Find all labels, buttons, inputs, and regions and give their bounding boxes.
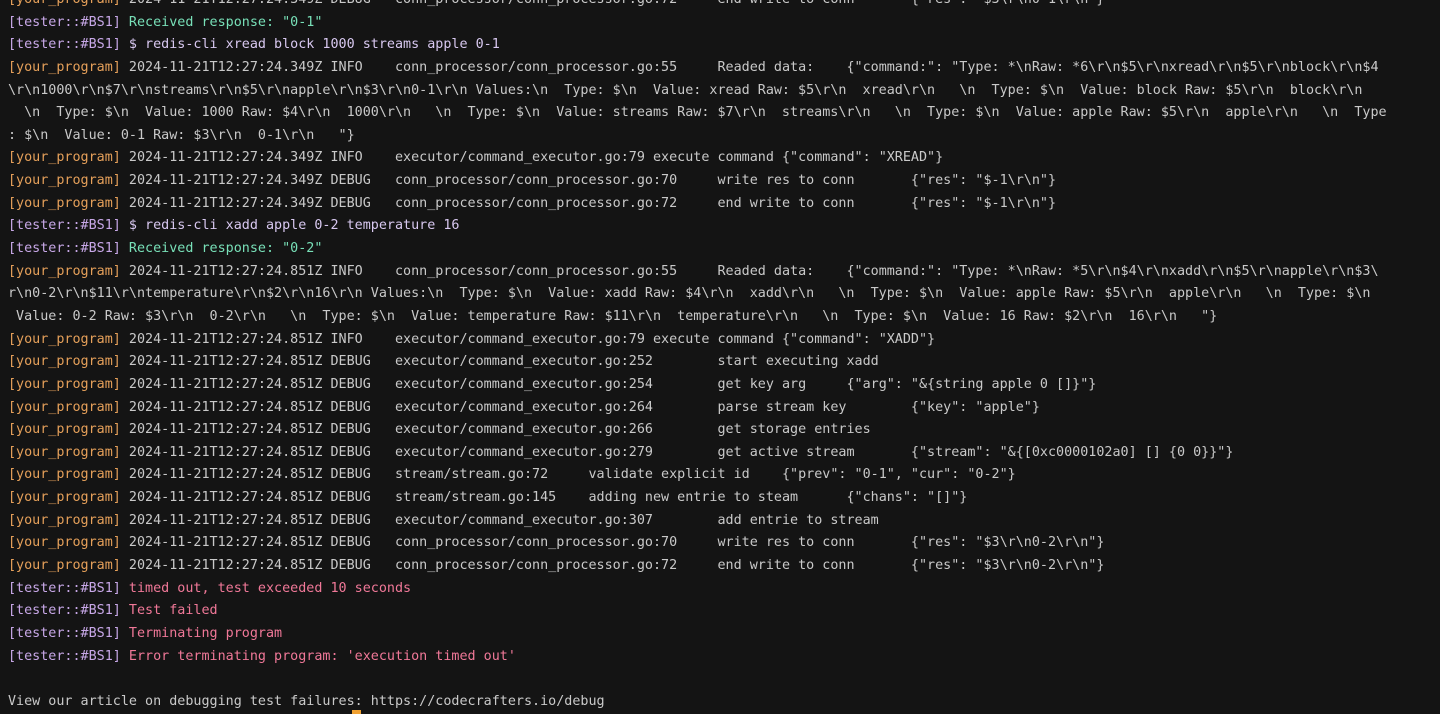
tester-log-prefix: [tester::#BS1] [8,241,121,257]
tester-log-prefix: [tester::#BS1] [8,603,121,619]
terminal-line: \r\n1000\r\n$7\r\nstreams\r\n$5\r\napple… [8,80,1440,103]
terminal-line: [tester::#BS1] Received response: "0-1" [8,12,1440,35]
terminal-line-text: \n Type: $\n Value: 1000 Raw: $4\r\n 100… [8,105,1387,121]
terminal-line: r\n0-2\r\n$11\r\ntemperature\r\n$2\r\n16… [8,283,1440,306]
terminal-line: [your_program] 2024-11-21T12:27:24.349Z … [8,0,1440,12]
program-log-prefix: [your_program] [8,331,121,347]
terminal-line-text: 2024-11-21T12:27:24.851Z DEBUG conn_proc… [120,558,1105,574]
terminal-line: [your_program] 2024-11-21T12:27:24.851Z … [8,261,1440,284]
terminal-line-text: 2024-11-21T12:27:24.349Z DEBUG conn_proc… [120,195,1057,211]
program-log-prefix: [your_program] [8,0,121,7]
terminal-line-text: 2024-11-21T12:27:24.851Z DEBUG executor/… [120,422,871,438]
terminal-line: [your_program] 2024-11-21T12:27:24.851Z … [8,351,1440,374]
terminal-line: View our article on debugging test failu… [8,691,1440,714]
program-log-prefix: [your_program] [8,467,121,483]
terminal-line-text: 2024-11-21T12:27:24.349Z INFO executor/c… [120,150,944,166]
terminal-line-text: 2024-11-21T12:27:24.851Z DEBUG stream/st… [120,467,1016,483]
terminal-line-text: 2024-11-21T12:27:24.851Z DEBUG conn_proc… [120,535,1105,551]
terminal-line-text: Error terminating program: 'execution ti… [120,648,516,664]
program-log-prefix: [your_program] [8,263,121,279]
terminal-line: \n Type: $\n Value: 1000 Raw: $4\r\n 100… [8,102,1440,125]
terminal-line-text: 2024-11-21T12:27:24.349Z DEBUG conn_proc… [121,0,1105,7]
tester-log-prefix: [tester::#BS1] [8,580,121,596]
terminal-line-text: Test failed [120,603,218,619]
tester-log-prefix: [tester::#BS1] [8,37,121,53]
terminal-line-text: Received response: "0-1" [120,14,323,30]
terminal-line-text: 2024-11-21T12:27:24.851Z DEBUG executor/… [120,376,1097,392]
program-log-prefix: [your_program] [8,173,121,189]
terminal-line-text: $ redis-cli xread block 1000 streams app… [120,37,500,53]
terminal-line-text: Received response: "0-2" [120,241,323,257]
terminal-line-text: 2024-11-21T12:27:24.851Z DEBUG executor/… [120,354,879,370]
program-log-prefix: [your_program] [8,422,121,438]
program-log-prefix: [your_program] [8,399,121,415]
program-log-prefix: [your_program] [8,490,121,506]
terminal-line: [your_program] 2024-11-21T12:27:24.851Z … [8,555,1440,578]
terminal-output[interactable]: [your_program] 2024-11-21T12:27:24.349Z … [8,0,1440,714]
terminal-line-text: 2024-11-21T12:27:24.851Z DEBUG stream/st… [120,490,968,506]
terminal-line-text: Terminating program [120,625,283,641]
terminal-line-text: View our article on debugging test failu… [8,693,605,709]
terminal-line: [tester::#BS1] Received response: "0-2" [8,238,1440,261]
program-log-prefix: [your_program] [8,354,121,370]
terminal-line: : $\n Value: 0-1 Raw: $3\r\n 0-1\r\n "} [8,125,1440,148]
terminal-line: [tester::#BS1] timed out, test exceeded … [8,578,1440,601]
terminal-line: [your_program] 2024-11-21T12:27:24.349Z … [8,193,1440,216]
terminal-line: [tester::#BS1] $ redis-cli xread block 1… [8,34,1440,57]
terminal-line: [tester::#BS1] Test failed [8,600,1440,623]
terminal-line: [your_program] 2024-11-21T12:27:24.349Z … [8,170,1440,193]
tester-log-prefix: [tester::#BS1] [8,625,121,641]
terminal-line: [tester::#BS1] Terminating program [8,623,1440,646]
program-log-prefix: [your_program] [8,150,121,166]
terminal-line-text: 2024-11-21T12:27:24.851Z DEBUG executor/… [120,512,879,528]
program-log-prefix: [your_program] [8,512,121,528]
program-log-prefix: [your_program] [8,59,121,75]
terminal-line: [your_program] 2024-11-21T12:27:24.851Z … [8,464,1440,487]
terminal-line-text: 2024-11-21T12:27:24.349Z DEBUG conn_proc… [120,173,1057,189]
tester-log-prefix: [tester::#BS1] [8,218,121,234]
terminal-line-text: \r\n1000\r\n$7\r\nstreams\r\n$5\r\napple… [8,82,1363,98]
terminal-line: [your_program] 2024-11-21T12:27:24.851Z … [8,487,1440,510]
terminal-line: [your_program] 2024-11-21T12:27:24.349Z … [8,147,1440,170]
program-log-prefix: [your_program] [8,535,121,551]
terminal-line: [your_program] 2024-11-21T12:27:24.851Z … [8,532,1440,555]
terminal-line-text: Value: 0-2 Raw: $3\r\n 0-2\r\n \n Type: … [8,308,1218,324]
terminal-line-text: $ redis-cli xadd apple 0-2 temperature 1… [120,218,460,234]
terminal-line-text: r\n0-2\r\n$11\r\ntemperature\r\n$2\r\n16… [8,286,1371,302]
terminal-line: [tester::#BS1] $ redis-cli xadd apple 0-… [8,215,1440,238]
terminal-line-text: 2024-11-21T12:27:24.851Z DEBUG executor/… [120,444,1234,460]
program-log-prefix: [your_program] [8,444,121,460]
tester-log-prefix: [tester::#BS1] [8,14,121,30]
terminal-line: [your_program] 2024-11-21T12:27:24.851Z … [8,419,1440,442]
terminal-line-text: 2024-11-21T12:27:24.851Z INFO executor/c… [120,331,936,347]
terminal-line-text: : $\n Value: 0-1 Raw: $3\r\n 0-1\r\n "} [8,127,355,143]
program-log-prefix: [your_program] [8,376,121,392]
terminal-line-text: timed out, test exceeded 10 seconds [120,580,412,596]
terminal-line: [your_program] 2024-11-21T12:27:24.851Z … [8,510,1440,533]
terminal-line: [your_program] 2024-11-21T12:27:24.349Z … [8,57,1440,80]
terminal-line: [your_program] 2024-11-21T12:27:24.851Z … [8,442,1440,465]
terminal-line-text: 2024-11-21T12:27:24.851Z INFO conn_proce… [120,263,1379,279]
terminal-line: [your_program] 2024-11-21T12:27:24.851Z … [8,374,1440,397]
program-log-prefix: [your_program] [8,558,121,574]
program-log-prefix: [your_program] [8,195,121,211]
terminal-line-text: 2024-11-21T12:27:24.349Z INFO conn_proce… [120,59,1379,75]
terminal-line: [your_program] 2024-11-21T12:27:24.851Z … [8,397,1440,420]
tester-log-prefix: [tester::#BS1] [8,648,121,664]
terminal-cursor [352,710,361,714]
terminal-line: Value: 0-2 Raw: $3\r\n 0-2\r\n \n Type: … [8,306,1440,329]
terminal-line: [your_program] 2024-11-21T12:27:24.851Z … [8,329,1440,352]
terminal-line-text: 2024-11-21T12:27:24.851Z DEBUG executor/… [120,399,1040,415]
terminal-line: [tester::#BS1] Error terminating program… [8,646,1440,669]
